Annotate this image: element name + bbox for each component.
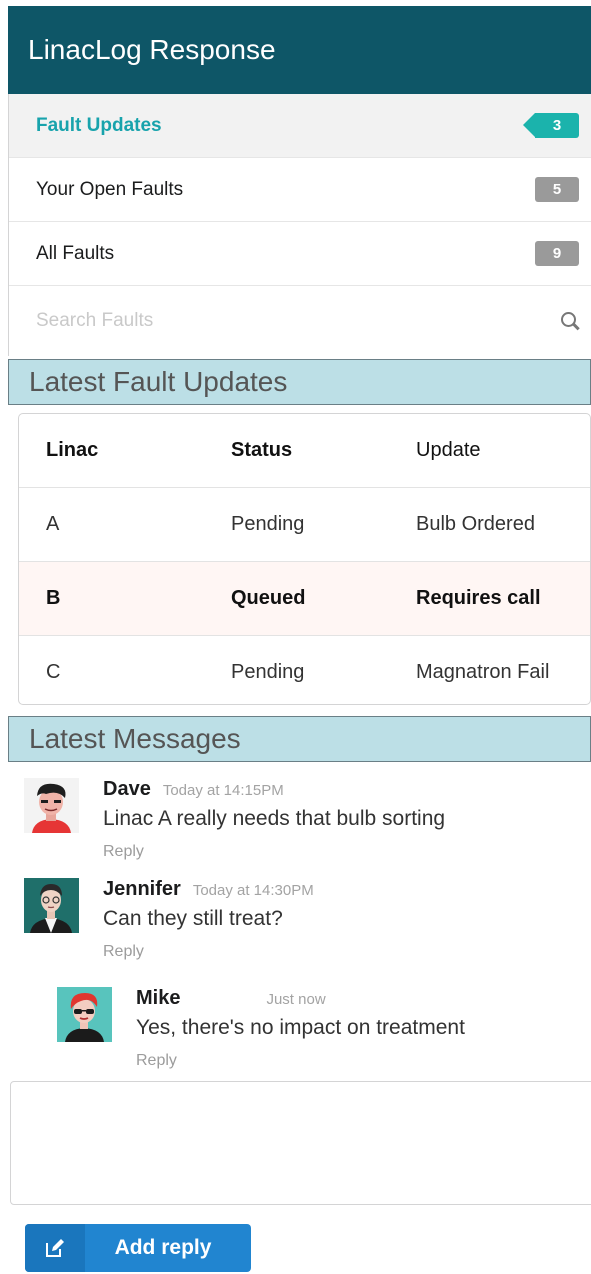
menu-item-your-open-faults[interactable]: Your Open Faults 5 <box>9 158 591 222</box>
table-row[interactable]: B Queued Requires call <box>19 562 590 636</box>
cell-status: Pending <box>231 661 305 683</box>
cell-status: Queued <box>231 587 306 609</box>
count-badge: 5 <box>535 177 579 202</box>
reply-textarea[interactable] <box>10 1081 591 1205</box>
fault-updates-table: Linac Status Update A Pending Bulb Order… <box>18 413 591 705</box>
cell-update: Magnatron Fail <box>416 661 550 683</box>
menu-item-label: Fault Updates <box>36 114 162 136</box>
comment-author[interactable]: Mike <box>136 987 180 1009</box>
search-faults-input[interactable]: Search Faults <box>9 286 591 356</box>
comment-text: Yes, there's no impact on treatment <box>136 1016 465 1039</box>
section-title: Latest Messages <box>29 723 241 754</box>
fault-menu: Fault Updates 3 Your Open Faults 5 All F… <box>8 94 591 356</box>
comment-author[interactable]: Jennifer <box>103 878 181 900</box>
comment-author[interactable]: Dave <box>103 778 151 800</box>
column-header-status: Status <box>231 439 293 461</box>
cell-linac: C <box>46 661 61 683</box>
app-header: LinacLog Response <box>8 6 591 94</box>
dave-avatar[interactable] <box>24 778 79 833</box>
menu-item-label: All Faults <box>36 242 115 264</box>
comment-content: Dave Today at 14:15PM Linac A really need… <box>103 778 445 861</box>
add-reply-label: Add reply <box>114 1236 212 1259</box>
comment-text: Can they still treat? <box>103 907 283 930</box>
comment-timestamp: Today at 14:30PM <box>192 882 314 899</box>
comment-text: Linac A really needs that bulb sorting <box>103 807 446 830</box>
comment-content: Jennifer Today at 14:30PM Can they still … <box>103 878 314 961</box>
latest-messages-heading: Latest Messages <box>8 716 591 762</box>
cell-linac: B <box>46 587 61 609</box>
comment-timestamp: Today at 14:15PM <box>162 782 284 799</box>
column-header-update: Update <box>416 439 481 461</box>
reply-link[interactable]: Reply <box>103 943 314 961</box>
reply-link[interactable]: Reply <box>103 843 445 861</box>
latest-fault-updates-heading: Latest Fault Updates <box>8 359 591 405</box>
table-row[interactable]: A Pending Bulb Ordered <box>19 488 590 562</box>
nested-comment: Mike Just now Yes, there's no impact on t… <box>57 987 465 1070</box>
edit-icon <box>25 1224 85 1272</box>
menu-item-fault-updates[interactable]: Fault Updates 3 <box>9 94 591 158</box>
search-placeholder: Search Faults <box>36 310 154 331</box>
table-header-row: Linac Status Update <box>19 414 590 488</box>
cell-status: Pending <box>231 513 305 535</box>
column-header-linac: Linac <box>46 439 99 461</box>
menu-item-all-faults[interactable]: All Faults 9 <box>9 222 591 286</box>
reply-link[interactable]: Reply <box>136 1052 465 1070</box>
comment-timestamp: Just now <box>266 991 326 1008</box>
app-title: LinacLog Response <box>28 34 276 65</box>
table-row[interactable]: C Pending Magnatron Fail <box>19 636 590 704</box>
mike-avatar[interactable] <box>57 987 112 1042</box>
jennifer-avatar[interactable] <box>24 878 79 933</box>
count-badge: 9 <box>535 241 579 266</box>
count-badge: 3 <box>523 113 579 138</box>
comment: Dave Today at 14:15PM Linac A really need… <box>24 778 445 861</box>
cell-linac: A <box>46 513 60 535</box>
add-reply-button[interactable]: Add reply <box>25 1224 251 1272</box>
menu-item-label: Your Open Faults <box>36 178 184 200</box>
cell-update: Requires call <box>416 587 541 609</box>
search-icon[interactable] <box>561 312 580 330</box>
comment: Jennifer Today at 14:30PM Can they still … <box>24 878 314 961</box>
cell-update: Bulb Ordered <box>416 513 535 535</box>
comment-content: Mike Just now Yes, there's no impact on t… <box>136 987 465 1070</box>
section-title: Latest Fault Updates <box>29 366 288 397</box>
